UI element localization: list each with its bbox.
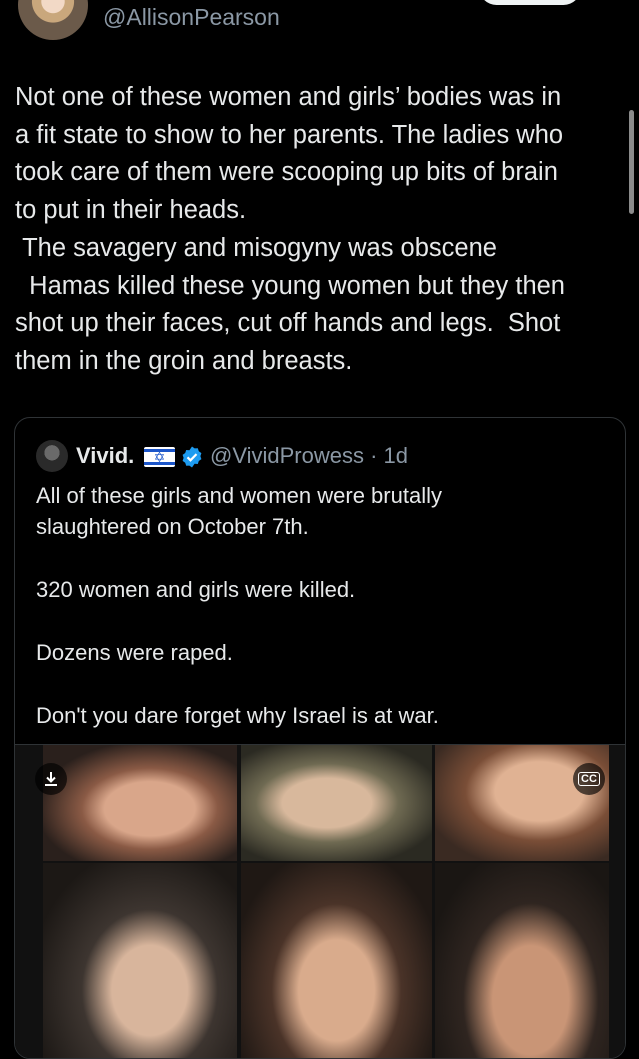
tweet-text: Not one of these women and girls’ bodies… — [15, 83, 565, 375]
captions-button[interactable]: CC — [573, 763, 605, 795]
download-button[interactable] — [35, 763, 67, 795]
captions-icon: CC — [578, 772, 600, 786]
video-frame-face-3 — [435, 745, 609, 861]
quoted-author-name[interactable]: Vivid. — [76, 443, 134, 469]
download-icon — [45, 772, 57, 786]
follow-button[interactable] — [479, 0, 581, 5]
quoted-video[interactable]: CC — [15, 744, 625, 1058]
scrollbar[interactable] — [629, 110, 634, 214]
author-avatar[interactable] — [18, 0, 88, 40]
video-frame-face-6 — [435, 863, 609, 1058]
verified-badge-icon — [182, 446, 202, 468]
author-handle[interactable]: @AllisonPearson — [103, 4, 280, 31]
video-frame-face-1 — [43, 745, 237, 861]
video-frame-face-5 — [241, 863, 432, 1058]
video-frame-face-2 — [241, 745, 432, 861]
quoted-handle-timestamp[interactable]: @VividProwess · 1d — [210, 443, 408, 469]
video-frame-face-4 — [43, 863, 237, 1058]
quoted-tweet[interactable]: Vivid. ✡ @VividProwess · 1d All of these… — [14, 417, 626, 1059]
quoted-tweet-text: All of these girls and women were brutal… — [36, 483, 442, 728]
israel-flag-icon: ✡ — [144, 447, 175, 467]
quoted-author-avatar[interactable] — [36, 440, 68, 472]
